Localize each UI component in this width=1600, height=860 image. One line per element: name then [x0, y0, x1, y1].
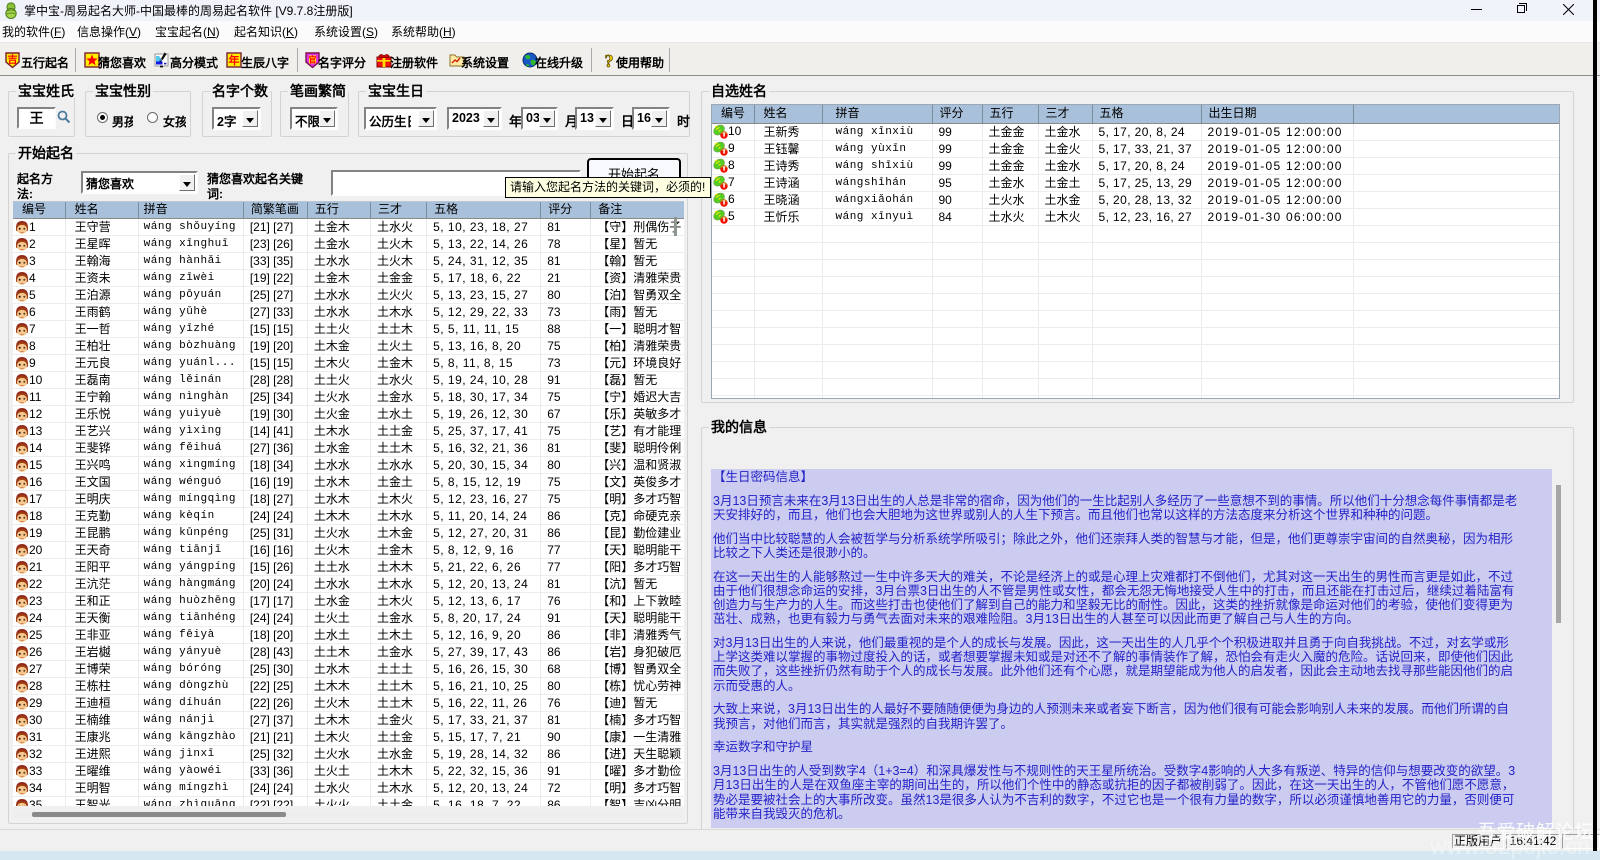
svg-text:?: ? — [605, 52, 614, 69]
svg-text:年: 年 — [229, 53, 240, 67]
svg-text:吉: 吉 — [8, 53, 18, 66]
svg-text:官: 官 — [309, 55, 317, 65]
